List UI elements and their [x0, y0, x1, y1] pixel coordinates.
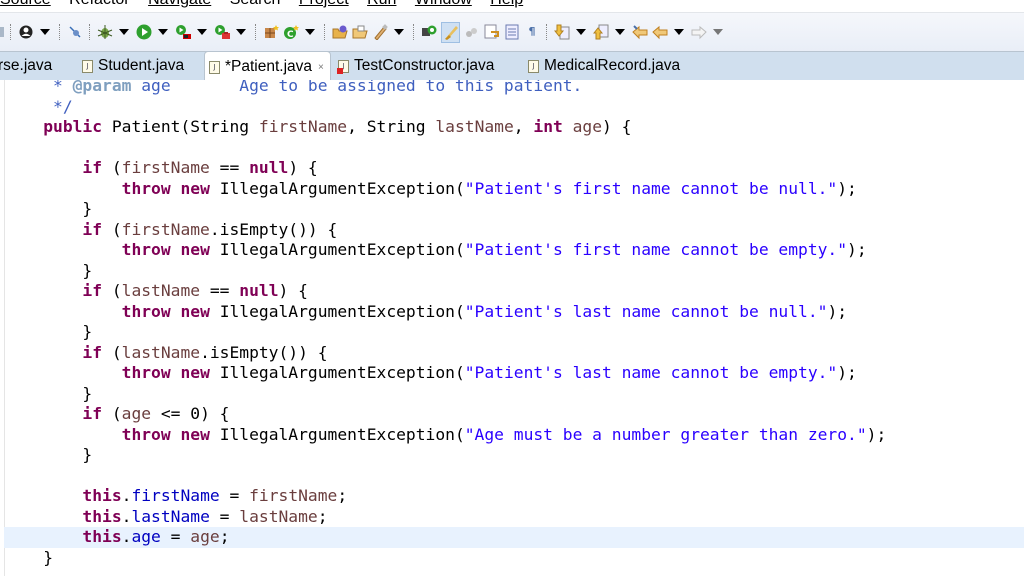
code-line[interactable]: }	[4, 548, 1024, 569]
new-java-package-icon[interactable]	[263, 24, 279, 40]
forward-icon[interactable]	[691, 24, 707, 40]
java-file-icon: J	[209, 60, 220, 74]
code-line[interactable]: if (lastName.isEmpty()) {	[4, 343, 1024, 364]
code-line[interactable]: public Patient(String firstName, String …	[4, 117, 1024, 138]
tab-course[interactable]: rse.java	[0, 52, 52, 80]
tab-test-constructor[interactable]: J TestConstructor.java	[337, 52, 495, 80]
code-line[interactable]: if (lastName == null) {	[4, 281, 1024, 302]
code-editor[interactable]: * @param age Age to be assigned to this …	[0, 80, 1024, 576]
next-annotation-dropdown[interactable]	[576, 29, 586, 35]
open-type-icon[interactable]	[332, 24, 348, 40]
code-line-current[interactable]: this.age = age;	[4, 527, 1024, 548]
java-file-icon: J	[82, 59, 93, 73]
tab-label: *Patient.java	[225, 58, 313, 75]
editor-tab-bar: rse.java J Student.java J *Patient.java …	[0, 51, 1024, 82]
toolbar-separator	[546, 24, 548, 40]
toolbar-separator	[89, 24, 91, 40]
external-tools-icon[interactable]	[214, 24, 230, 40]
previous-annotation-icon[interactable]	[593, 24, 609, 40]
code-line[interactable]: if (firstName == null) {	[4, 158, 1024, 179]
code-line[interactable]: this.firstName = firstName;	[4, 486, 1024, 507]
pilcrow-icon[interactable]: ¶	[524, 24, 540, 40]
toolbar-separator	[413, 24, 415, 40]
menu-refactor[interactable]: Refactor	[69, 0, 129, 9]
code-line[interactable]	[4, 466, 1024, 487]
run-dropdown[interactable]	[158, 29, 168, 35]
previous-annotation-dropdown[interactable]	[615, 29, 625, 35]
menu-search[interactable]: Search	[230, 0, 281, 9]
tab-label: MedicalRecord.java	[544, 57, 681, 74]
menu-window[interactable]: Window	[415, 0, 472, 9]
code-line[interactable]: throw new IllegalArgumentException("Pati…	[4, 363, 1024, 384]
close-tab-icon[interactable]: ×	[318, 62, 324, 73]
tab-label: TestConstructor.java	[354, 57, 495, 74]
code-line[interactable]: if (firstName.isEmpty()) {	[4, 220, 1024, 241]
open-task-icon[interactable]	[352, 24, 368, 40]
forward-dropdown[interactable]	[713, 29, 723, 35]
next-annotation-icon[interactable]	[554, 24, 570, 40]
run-icon[interactable]	[136, 24, 152, 40]
skip-breakpoints-icon[interactable]	[67, 24, 83, 40]
toolbar-separator	[255, 24, 257, 40]
debug-icon[interactable]	[97, 24, 113, 40]
code-line[interactable]: }	[4, 384, 1024, 405]
profile-icon[interactable]	[18, 24, 34, 40]
debug-dropdown[interactable]	[119, 29, 129, 35]
tab-label: Student.java	[98, 57, 185, 74]
run-last-tool-icon[interactable]	[175, 24, 191, 40]
code-line[interactable]: throw new IllegalArgumentException("Pati…	[4, 240, 1024, 261]
toolbar-separator	[10, 24, 12, 40]
code-line[interactable]: * @param age Age to be assigned to this …	[4, 80, 1024, 97]
show-whitespace-icon[interactable]	[484, 24, 500, 40]
tab-patient[interactable]: J *Patient.java ×	[204, 51, 331, 82]
word-wrap-icon[interactable]	[504, 24, 520, 40]
code-line[interactable]: }	[4, 445, 1024, 466]
external-tools-dropdown[interactable]	[236, 29, 246, 35]
toggle-block-selection-icon[interactable]	[464, 24, 480, 40]
code-line[interactable]: throw new IllegalArgumentException("Pati…	[4, 302, 1024, 323]
mark-occurrences-icon[interactable]	[441, 21, 460, 43]
tab-student[interactable]: J Student.java	[82, 52, 184, 80]
code-line[interactable]: throw new IllegalArgumentException("Age …	[4, 425, 1024, 446]
java-file-error-icon: J	[337, 59, 349, 74]
code-line[interactable]: throw new IllegalArgumentException("Pati…	[4, 179, 1024, 200]
new-java-class-dropdown[interactable]	[305, 29, 315, 35]
toggle-ant-editor-icon[interactable]	[421, 24, 437, 40]
java-file-icon: J	[528, 59, 539, 73]
toolbar-separator	[59, 24, 61, 40]
code-line[interactable]: }	[4, 322, 1024, 343]
code-line[interactable]: }	[4, 199, 1024, 220]
code-line[interactable]	[4, 138, 1024, 159]
last-edit-location-icon[interactable]	[632, 24, 648, 40]
code-line[interactable]: }	[4, 261, 1024, 282]
svg-text:C: C	[287, 30, 294, 40]
menu-source[interactable]: Source	[0, 0, 51, 9]
code-line[interactable]: if (age <= 0) {	[4, 404, 1024, 425]
profile-dropdown[interactable]	[40, 29, 50, 35]
code-line[interactable]: this.lastName = lastName;	[4, 507, 1024, 528]
menu-run[interactable]: Run	[367, 0, 396, 9]
code-line[interactable]: */	[4, 97, 1024, 118]
run-last-tool-dropdown[interactable]	[197, 29, 207, 35]
search-dropdown[interactable]	[394, 29, 404, 35]
menu-help[interactable]: Help	[490, 0, 523, 9]
tab-label: rse.java	[0, 57, 53, 74]
save-all-icon[interactable]	[0, 24, 4, 40]
toolbar-separator	[324, 24, 326, 40]
menu-bar: Source Refactor Navigate Search Project …	[0, 0, 1024, 11]
tab-medical-record[interactable]: J MedicalRecord.java	[528, 52, 680, 80]
menu-navigate[interactable]: Navigate	[148, 0, 211, 9]
menu-project[interactable]: Project	[299, 0, 349, 9]
back-icon[interactable]	[652, 24, 668, 40]
search-icon[interactable]	[372, 24, 388, 40]
back-dropdown[interactable]	[674, 29, 684, 35]
new-java-class-icon[interactable]: C	[283, 24, 299, 40]
main-toolbar: C ¶	[0, 12, 1024, 51]
